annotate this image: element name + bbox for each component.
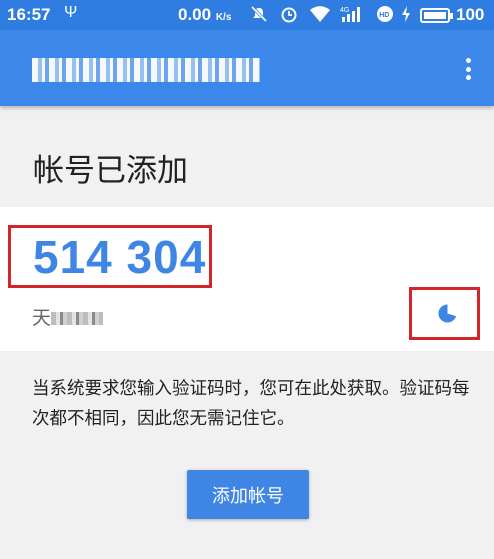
svg-text:HD: HD (379, 12, 389, 19)
charging-icon (402, 6, 410, 22)
status-bar: 16:57 Ψ 0.00 K/s 4G HD 100 (0, 0, 494, 30)
network-speed: 0.00 K/s (178, 5, 231, 25)
account-name-prefix: 天 (32, 307, 52, 329)
account-name: 天 (32, 303, 104, 329)
usb-icon: Ψ (64, 4, 78, 21)
mute-icon (250, 5, 268, 23)
battery-percent: 100 (456, 5, 485, 24)
description-text: 当系统要求您输入验证码时，您可在此处获取。验证码每次都不相同，因此您无需记住它。 (32, 379, 470, 429)
timer-highlight-box (409, 287, 480, 340)
page-title: 帐号已添加 (33, 153, 188, 189)
wifi-icon (310, 6, 330, 22)
more-vert-icon[interactable] (458, 55, 478, 83)
code-highlight-box (8, 225, 212, 288)
signal-4g-icon: 4G (340, 7, 360, 22)
countdown-pie-icon (438, 304, 457, 323)
status-time: 16:57 (7, 5, 51, 24)
battery-icon (420, 8, 453, 23)
svg-text:4G: 4G (340, 7, 349, 14)
app-title-text (32, 58, 33, 59)
network-speed-value: 0.00 (178, 5, 212, 24)
add-account-button[interactable]: 添加帐号 (187, 470, 309, 519)
hd-icon: HD (377, 6, 393, 22)
app-title-redacted (32, 58, 260, 82)
account-card[interactable]: 514 304 天 (0, 207, 494, 351)
alarm-icon (281, 7, 297, 23)
app-bar (0, 30, 494, 106)
account-name-redacted (51, 312, 104, 325)
network-speed-unit: K/s (215, 12, 232, 23)
